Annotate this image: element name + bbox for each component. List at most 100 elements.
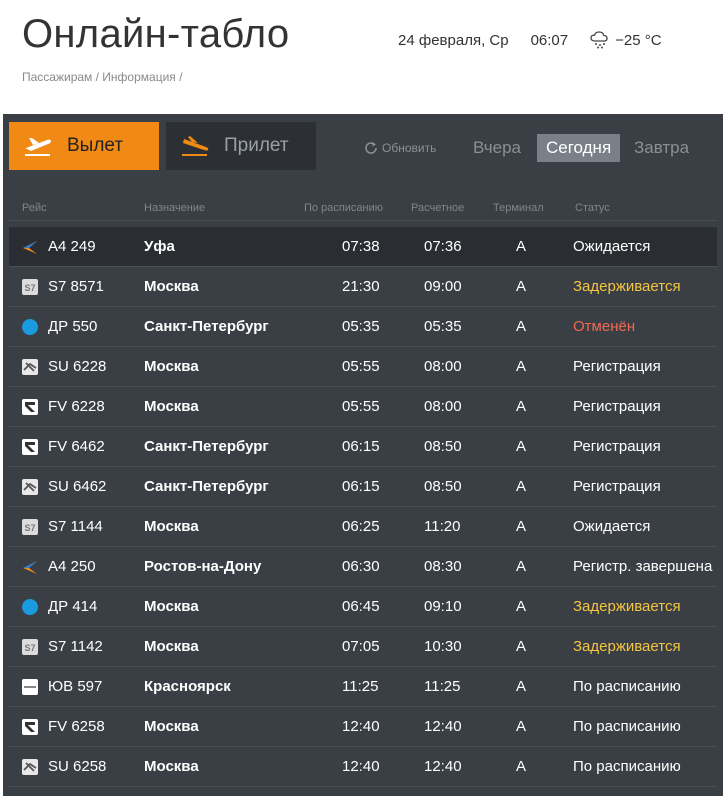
table-row[interactable]: FV 6462 Санкт-Петербург 06:15 08:50 A Регистр… xyxy=(9,427,717,467)
destination: Уфа xyxy=(144,238,175,255)
flight-board: Вылет Прилет Обновить Вчера Сегодня Завт… xyxy=(3,114,723,796)
flight-status: По расписанию xyxy=(573,718,681,735)
table-row[interactable]: S7 S7 8571 Москва 21:30 09:00 A Задерживается xyxy=(9,267,717,307)
col-terminal[interactable]: Терминал xyxy=(493,202,544,214)
col-destination[interactable]: Назначение xyxy=(144,202,205,214)
flight-status: Регистрация xyxy=(573,478,661,495)
table-row[interactable]: SU 6258 Москва 12:40 12:40 A По расписанию xyxy=(9,747,717,787)
scheduled-time: 06:45 xyxy=(342,598,380,615)
destination: Москва xyxy=(144,278,199,295)
airline-s7-icon: S7 xyxy=(21,518,39,536)
flight-number[interactable]: А4 249 xyxy=(48,238,96,255)
airline-s7-icon: S7 xyxy=(21,278,39,296)
airline-yv-icon xyxy=(21,678,39,696)
flight-status: Регистрация xyxy=(573,438,661,455)
airline-su-icon xyxy=(21,758,39,776)
scheduled-time: 06:15 xyxy=(342,438,380,455)
terminal: A xyxy=(516,678,527,695)
col-scheduled[interactable]: По расписанию xyxy=(304,202,383,214)
destination: Ростов-на-Дону xyxy=(144,558,262,575)
flight-number[interactable]: SU 6462 xyxy=(48,478,106,495)
col-estimated[interactable]: Расчетное xyxy=(411,202,464,214)
flight-number[interactable]: ДР 414 xyxy=(48,598,97,615)
flight-status: Регистрация xyxy=(573,398,661,415)
flight-number[interactable]: S7 1142 xyxy=(48,638,103,655)
current-date: 24 февраля, Ср xyxy=(398,31,509,49)
scheduled-time: 07:38 xyxy=(342,238,380,255)
scheduled-time: 06:30 xyxy=(342,558,380,575)
estimated-time: 08:50 xyxy=(424,438,462,455)
flight-status: Ожидается xyxy=(573,518,651,535)
table-row[interactable]: S7 S7 1142 Москва 07:05 10:30 A Задерживается xyxy=(9,627,717,667)
flight-number[interactable]: А4 250 xyxy=(48,558,96,575)
table-row[interactable]: ДР 550 Санкт-Петербург 05:35 05:35 A Отменён xyxy=(9,307,717,347)
scheduled-time: 06:25 xyxy=(342,518,380,535)
airline-s7-icon: S7 xyxy=(21,638,39,656)
flight-number[interactable]: ДР 550 xyxy=(48,318,97,335)
tab-departure[interactable]: Вылет xyxy=(9,122,159,170)
table-row[interactable]: FV 6228 Москва 05:55 08:00 A Регистрация xyxy=(9,387,717,427)
table-row[interactable]: ЮВ 597 Красноярск 11:25 11:25 A По расписанию xyxy=(9,667,717,707)
destination: Москва xyxy=(144,718,199,735)
destination: Москва xyxy=(144,518,199,535)
day-yesterday[interactable]: Вчера xyxy=(464,134,530,162)
estimated-time: 11:25 xyxy=(424,678,461,695)
terminal: A xyxy=(516,478,527,495)
destination: Москва xyxy=(144,638,199,655)
tab-arrival-label: Прилет xyxy=(224,135,289,156)
table-row[interactable]: SU 6228 Москва 05:55 08:00 A Регистрация xyxy=(9,347,717,387)
table-row[interactable]: S7 S7 1144 Москва 06:25 11:20 A Ожидается xyxy=(9,507,717,547)
flight-number[interactable]: SU 6258 xyxy=(48,758,106,775)
terminal: A xyxy=(516,558,527,575)
flight-status: Ожидается xyxy=(573,238,651,255)
table-row[interactable]: А4 250 Ростов-на-Дону 06:30 08:30 A Регистр. … xyxy=(9,547,717,587)
flight-number[interactable]: S7 8571 xyxy=(48,278,104,295)
airline-su-icon xyxy=(21,358,39,376)
flight-number[interactable]: S7 1144 xyxy=(48,518,103,535)
flight-number[interactable]: FV 6228 xyxy=(48,398,105,415)
refresh-label: Обновить xyxy=(382,141,437,155)
board-tabs: Вылет Прилет Обновить Вчера Сегодня Завт… xyxy=(3,114,723,186)
plane-takeoff-icon xyxy=(23,135,53,157)
terminal: A xyxy=(516,438,527,455)
destination: Санкт-Петербург xyxy=(144,318,269,335)
flight-status: По расписанию xyxy=(573,758,681,775)
terminal: A xyxy=(516,518,527,535)
refresh-button[interactable]: Обновить xyxy=(363,140,436,156)
airline-su-icon xyxy=(21,478,39,496)
col-status[interactable]: Статус xyxy=(575,202,610,214)
table-row[interactable]: ДР 414 Москва 06:45 09:10 A Задерживается xyxy=(9,587,717,627)
flight-number[interactable]: FV 6258 xyxy=(48,718,105,735)
plane-landing-icon xyxy=(180,135,210,157)
estimated-time: 12:40 xyxy=(424,758,462,775)
flight-number[interactable]: ЮВ 597 xyxy=(48,678,102,695)
flight-status: Задерживается xyxy=(573,278,681,295)
terminal: A xyxy=(516,278,527,295)
scheduled-time: 21:30 xyxy=(342,278,380,295)
terminal: A xyxy=(516,398,527,415)
estimated-time: 08:50 xyxy=(424,478,462,495)
table-row[interactable]: SU 6462 Санкт-Петербург 06:15 08:50 A Регистр… xyxy=(9,467,717,507)
col-flight[interactable]: Рейс xyxy=(22,202,47,214)
breadcrumb[interactable]: Пассажирам / Информация / xyxy=(22,70,182,84)
terminal: A xyxy=(516,718,527,735)
estimated-time: 08:30 xyxy=(424,558,462,575)
terminal: A xyxy=(516,598,527,615)
flight-number[interactable]: SU 6228 xyxy=(48,358,106,375)
flight-number[interactable]: FV 6462 xyxy=(48,438,105,455)
date-time-weather: 24 февраля, Ср 06:07 −25 °C xyxy=(398,31,662,49)
day-today[interactable]: Сегодня xyxy=(537,134,621,162)
current-time: 06:07 xyxy=(530,31,569,49)
scheduled-time: 11:25 xyxy=(342,678,379,695)
tab-arrival[interactable]: Прилет xyxy=(166,122,316,170)
destination: Санкт-Петербург xyxy=(144,478,269,495)
estimated-time: 11:20 xyxy=(424,518,461,535)
header-divider xyxy=(9,220,717,221)
flight-status: Отменён xyxy=(573,318,636,335)
scheduled-time: 05:55 xyxy=(342,398,380,415)
table-row[interactable]: FV 6258 Москва 12:40 12:40 A По расписанию xyxy=(9,707,717,747)
day-tomorrow[interactable]: Завтра xyxy=(625,134,698,162)
destination: Красноярск xyxy=(144,678,231,695)
page-title: Онлайн-табло xyxy=(22,12,290,56)
table-row[interactable]: А4 249 Уфа 07:38 07:36 A Ожидается xyxy=(9,227,717,267)
